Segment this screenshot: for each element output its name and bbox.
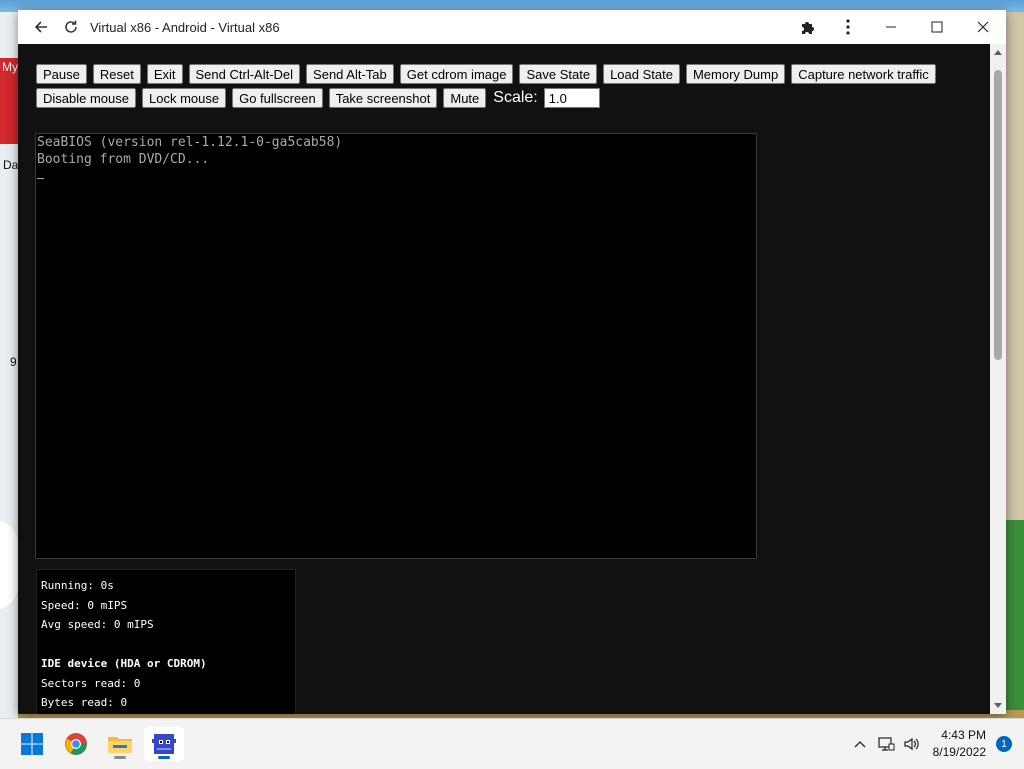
memory-dump-button[interactable]: Memory Dump [685, 64, 786, 84]
reload-button[interactable] [56, 12, 86, 42]
notification-badge[interactable]: 1 [996, 736, 1012, 752]
extensions-button[interactable] [788, 10, 828, 44]
save-state-button[interactable]: Save State [519, 64, 598, 84]
start-button[interactable] [12, 727, 52, 761]
taskbar-file-explorer[interactable] [100, 727, 140, 761]
network-icon [878, 737, 895, 751]
toolbar-row-2: Disable mouse Lock mouse Go fullscreen T… [36, 88, 976, 108]
kebab-menu-icon [846, 19, 850, 35]
scroll-thumb[interactable] [994, 70, 1002, 360]
stat-spacer [41, 635, 291, 655]
close-icon [977, 21, 989, 33]
go-fullscreen-button[interactable]: Go fullscreen [232, 88, 323, 108]
desktop-widget-fragment [0, 520, 18, 610]
active-indicator [158, 756, 170, 759]
taskbar-chrome[interactable] [56, 727, 96, 761]
minimize-button[interactable] [868, 10, 914, 44]
emulator-toolbar: Pause Reset Exit Send Ctrl-Alt-Del Send … [36, 64, 976, 112]
back-arrow-icon [34, 21, 47, 33]
network-button[interactable] [873, 729, 899, 759]
scale-label: Scale: [493, 89, 538, 106]
text-cursor [37, 178, 44, 179]
maximize-button[interactable] [914, 10, 960, 44]
screen-text-line: Booting from DVD/CD... [37, 152, 210, 167]
more-options-button[interactable] [828, 10, 868, 44]
app-window: Virtual x86 - Android - Virtual x86 Paus… [18, 10, 1006, 714]
file-explorer-icon [108, 737, 132, 753]
show-hidden-icons-button[interactable] [847, 729, 873, 759]
emulator-screen[interactable]: SeaBIOS (version rel-1.12.1-0-ga5cab58) … [35, 133, 757, 597]
stat-bytes-read: Bytes read: 0 [41, 696, 128, 709]
stat-speed: Speed: 0 mIPS [41, 598, 128, 612]
taskbar: 4:43 PM 8/19/2022 1 [0, 718, 1024, 769]
desktop-background-fragment [1006, 520, 1024, 710]
load-state-button[interactable]: Load State [603, 64, 680, 84]
maximize-icon [931, 21, 943, 33]
windows-start-icon [21, 733, 43, 755]
lock-mouse-button[interactable]: Lock mouse [142, 88, 227, 108]
stat-sectors-read: Sectors read: 0 [41, 676, 141, 690]
mute-button[interactable]: Mute [443, 88, 487, 108]
desktop-icon-label: My [2, 60, 18, 74]
reset-button[interactable]: Reset [92, 64, 141, 84]
send-alt-tab-button[interactable]: Send Alt-Tab [306, 64, 394, 84]
clock[interactable]: 4:43 PM 8/19/2022 [933, 727, 986, 761]
title-bar: Virtual x86 - Android - Virtual x86 [18, 10, 1006, 44]
scroll-down-icon[interactable] [994, 703, 1002, 708]
vertical-scrollbar[interactable] [990, 44, 1006, 714]
send-ctrl-alt-del-button[interactable]: Send Ctrl-Alt-Del [188, 64, 301, 84]
clock-time: 4:43 PM [941, 728, 986, 742]
screen-text-line: SeaBIOS (version rel-1.12.1-0-ga5cab58) [37, 135, 343, 150]
stat-avg-speed: Avg speed: 0 mIPS [41, 618, 154, 631]
disable-mouse-button[interactable]: Disable mouse [36, 88, 136, 108]
stats-panel: Running: 0s Speed: 0 mIPS Avg speed: 0 m… [36, 569, 296, 714]
window-title: Virtual x86 - Android - Virtual x86 [90, 19, 280, 35]
scale-input[interactable] [543, 88, 600, 108]
desktop-icon-label: 9 [10, 355, 17, 369]
emulator-page: Pause Reset Exit Send Ctrl-Alt-Del Send … [18, 44, 990, 714]
minimize-icon [886, 26, 896, 28]
running-indicator [114, 756, 126, 759]
chrome-icon [65, 733, 87, 755]
take-screenshot-button[interactable]: Take screenshot [328, 88, 438, 108]
puzzle-icon [802, 22, 814, 34]
virtual-x86-icon [152, 734, 176, 754]
close-button[interactable] [960, 10, 1006, 44]
back-button[interactable] [26, 12, 56, 42]
toolbar-row-1: Pause Reset Exit Send Ctrl-Alt-Del Send … [36, 64, 976, 84]
speaker-icon [904, 737, 919, 751]
taskbar-virtual-x86[interactable] [144, 727, 184, 761]
reload-icon [65, 20, 77, 33]
clock-date: 8/19/2022 [932, 745, 986, 759]
system-tray: 4:43 PM 8/19/2022 1 [847, 719, 1024, 769]
desktop-icon-label: Da [3, 158, 19, 172]
stat-ide-header: IDE device (HDA or CDROM) [41, 657, 207, 670]
exit-button[interactable]: Exit [146, 64, 183, 84]
get-cdrom-image-button[interactable]: Get cdrom image [399, 64, 514, 84]
pause-button[interactable]: Pause [36, 64, 87, 84]
chevron-up-icon [854, 741, 866, 748]
volume-button[interactable] [899, 729, 925, 759]
scroll-up-icon[interactable] [994, 50, 1002, 55]
capture-network-traffic-button[interactable]: Capture network traffic [791, 64, 936, 84]
stat-running: Running: 0s [41, 579, 114, 592]
